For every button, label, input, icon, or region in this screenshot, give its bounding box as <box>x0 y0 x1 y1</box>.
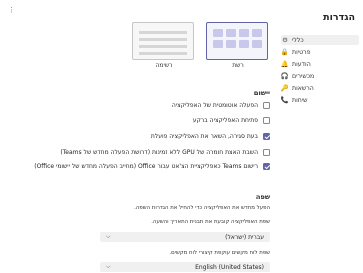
sidebar-item-label: שיחות <box>292 96 308 104</box>
checkbox[interactable] <box>263 149 270 156</box>
checkbox[interactable] <box>263 163 270 170</box>
layout-grid-thumbnail[interactable] <box>206 22 268 60</box>
settings-title: הגדרות <box>323 12 355 23</box>
language-section-title: שפה <box>255 193 270 201</box>
sidebar-item-key[interactable]: הרשאות 🔑 <box>281 83 359 93</box>
app-language-select[interactable]: ⌵ עברית (ישראל) <box>100 232 270 242</box>
layout-picker: רשימה רשת <box>132 22 270 69</box>
gear-icon: ⚙ <box>282 36 288 44</box>
application-section-title: יישום <box>253 89 270 97</box>
chevron-down-icon: ⌵ <box>106 263 111 270</box>
sidebar-item-lock[interactable]: פרטיות 🔒 <box>281 47 359 57</box>
sidebar-item-label: הרשאות <box>292 84 314 92</box>
sidebar-item-bell[interactable]: הודעות 🔔 <box>281 59 359 69</box>
checkbox[interactable] <box>263 117 270 124</box>
language-restart-note: הפעל מחדש את האפליקציה כדי להחיל את הגדר… <box>134 205 270 211</box>
key-icon: 🔑 <box>280 84 289 92</box>
application-option[interactable]: הפעלה אוטומטית של האפליקציה <box>12 102 270 109</box>
layout-option-list[interactable]: רשימה <box>132 22 196 69</box>
application-option-label: פתיחת האפליקציה ברקע <box>192 117 258 124</box>
lock-icon: 🔒 <box>280 48 289 56</box>
phone-icon: 📞 <box>280 96 289 104</box>
application-option-label: בעת סגירה, השאר את האפליקציה פועלת <box>150 133 258 140</box>
devices-icon: 🎧 <box>280 72 289 80</box>
application-option-label: הפעלה אוטומטית של האפליקציה <box>171 102 258 109</box>
sidebar-item-devices[interactable]: מכשירים 🎧 <box>281 71 359 81</box>
application-option[interactable]: בעת סגירה, השאר את האפליקציה פועלת <box>12 133 270 140</box>
application-option[interactable]: רישום Teams כאפליקציית הצ'אט עבור Office… <box>12 163 270 170</box>
app-language-value: עברית (ישראל) <box>225 233 264 241</box>
checkbox[interactable] <box>263 102 270 109</box>
settings-sidebar: הגדרות כללי ⚙ פרטיות 🔒 הודעות 🔔 מכשירים 🎧 הרשאות… <box>279 0 363 273</box>
application-option-label: השבת האצת חומרה של GPU ללא זמינות (דרושת… <box>60 149 258 156</box>
application-option[interactable]: השבת האצת חומרה של GPU ללא זמינות (דרושת… <box>12 149 270 156</box>
checkbox[interactable] <box>263 133 270 140</box>
sidebar-item-label: כללי <box>292 36 304 44</box>
layout-option-grid[interactable]: רשת <box>206 22 270 69</box>
layout-list-label: רשימה <box>155 62 173 69</box>
settings-content: רשימה רשת יישום הפעלה אוטומטית של האפליק… <box>12 0 270 273</box>
sidebar-item-gear[interactable]: כללי ⚙ <box>281 35 359 45</box>
app-language-label: שפת האפליקציה קובעת את תבנית התאריך והשע… <box>151 219 270 225</box>
sidebar-item-label: פרטיות <box>292 48 311 56</box>
chevron-down-icon: ⌵ <box>106 233 111 240</box>
layout-list-thumbnail[interactable] <box>132 22 194 60</box>
layout-grid-label: רשת <box>232 62 244 69</box>
sidebar-item-label: מכשירים <box>292 72 315 80</box>
keyboard-language-select[interactable]: ⌵ English (United States) <box>100 262 270 272</box>
application-option-label: רישום Teams כאפליקציית הצ'אט עבור Office… <box>34 163 258 170</box>
application-option[interactable]: פתיחת האפליקציה ברקע <box>12 117 270 124</box>
bell-icon: 🔔 <box>280 60 289 68</box>
sidebar-item-phone[interactable]: שיחות 📞 <box>281 95 359 105</box>
keyboard-language-value: English (United States) <box>195 263 264 271</box>
keyboard-language-label: שפת לוח מקשים עוקפת קיצורי לוח מקשים. <box>169 250 270 256</box>
sidebar-item-label: הודעות <box>292 60 311 68</box>
